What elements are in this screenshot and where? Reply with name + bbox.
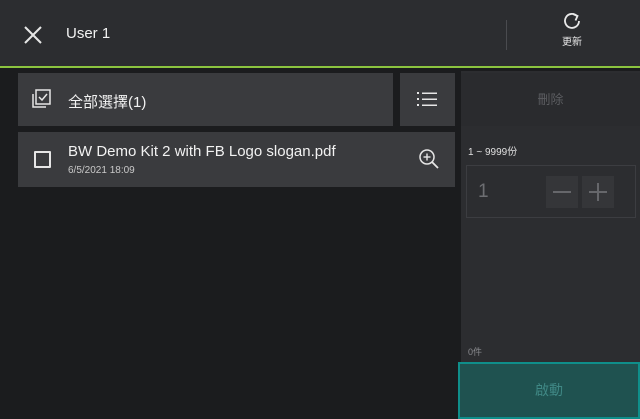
select-all-button[interactable]: 全部選擇(1): [18, 73, 393, 126]
file-date: 6/5/2021 18:09: [68, 165, 135, 176]
item-count: 0件: [468, 347, 483, 357]
refresh-button[interactable]: 更新: [542, 10, 602, 60]
decrement-button[interactable]: [546, 176, 578, 208]
list-icon: [417, 92, 437, 106]
header-accent-line: [0, 66, 640, 68]
refresh-icon: [564, 13, 580, 29]
quantity-range-label: 1 ~ 9999份: [468, 147, 518, 158]
close-icon[interactable]: [22, 24, 44, 46]
increment-button[interactable]: [582, 176, 614, 208]
list-view-button[interactable]: [400, 73, 455, 126]
start-button[interactable]: 啟動: [458, 362, 640, 419]
file-checkbox[interactable]: [34, 151, 51, 168]
zoom-in-icon[interactable]: [418, 148, 440, 170]
quantity-stepper[interactable]: 1: [466, 165, 636, 218]
delete-button[interactable]: 刪除: [461, 73, 640, 126]
quantity-value[interactable]: 1: [478, 181, 489, 203]
user-name: User 1: [66, 25, 111, 42]
file-list-item[interactable]: BW Demo Kit 2 with FB Logo slogan.pdf 6/…: [18, 132, 455, 187]
header-divider: [506, 20, 507, 50]
header-bar: User 1 更新: [0, 0, 640, 68]
start-label: 啟動: [535, 382, 563, 398]
checkbox-checked-icon: [32, 89, 51, 108]
select-all-label: 全部選擇(1): [68, 94, 147, 111]
file-name: BW Demo Kit 2 with FB Logo slogan.pdf: [68, 143, 336, 160]
refresh-label: 更新: [562, 37, 582, 48]
delete-label: 刪除: [537, 92, 564, 107]
